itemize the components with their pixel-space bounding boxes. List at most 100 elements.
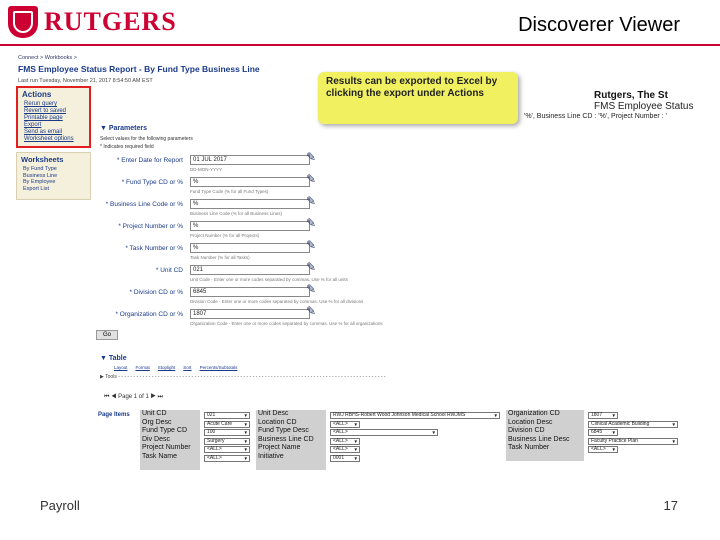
action-printable-page[interactable]: Printable page [18,115,89,122]
project-number-select[interactable]: <ALL> [204,446,250,453]
value-picker-icon[interactable]: ✎ [306,282,316,296]
page-items-label: Page Items [98,412,130,418]
collapse-icon: ▼ [100,355,109,362]
logo-text: RUTGERS [44,7,177,36]
tools-row[interactable]: ▶ Tools - - - - - - - - - - - - - - - - … [100,374,698,380]
page-item-label: Location CD [258,418,297,426]
page-item-label: Location Desc [508,418,553,426]
parameter-input[interactable]: % [190,221,310,231]
table-link-percents[interactable]: Percents/Subtotals [200,365,238,370]
parameter-summary: '%', Business Line CD : '%', Project Num… [524,113,667,120]
page-item-label: Project Number [142,444,191,451]
parameter-hint: Task Number (% for all Tasks) [190,255,250,260]
export-callout: Results can be exported to Excel by clic… [318,72,518,124]
action-revert-to-saved[interactable]: Revert to saved [18,108,89,115]
table-link-layout[interactable]: Layout [114,365,128,370]
parameter-input[interactable]: 021 [190,265,310,275]
business-line-cd-select[interactable]: <ALL> [330,438,360,445]
parameter-label: * Organization CD or % [115,311,183,318]
shield-icon [8,6,38,38]
project-name-select[interactable]: <ALL> [330,446,360,453]
parameter-label: * Enter Date for Report [116,157,183,164]
parameter-hint: Business Line Code (% for all Business L… [190,211,283,216]
parameter-label: * Project Number or % [118,223,183,230]
fund-type-cd-select[interactable]: 100 [204,429,250,436]
worksheets-heading: Worksheets [21,155,64,164]
parameter-hint: Fund Type Code (% for all Fund Types) [190,189,269,194]
rutgers-logo: RUTGERS [8,6,177,38]
parameter-hint: Unit Code - Enter one or more codes sepa… [190,277,348,282]
parameter-hint: DD-MON-YYYY [190,167,223,172]
last-run-text: Last run Tuesday, November 21, 2017 8:54… [18,78,153,84]
parameter-hint: Division Code - Enter one or more codes … [190,299,364,304]
task-name-select[interactable]: <ALL> [204,455,250,462]
parameter-label: * Fund Type CD or % [121,179,183,186]
business-line-desc-select[interactable]: Faculty Practice Plan [588,438,678,445]
value-picker-icon[interactable]: ✎ [306,260,316,274]
actions-panel: Actions Rerun query Revert to saved Prin… [16,86,91,148]
table-link-format[interactable]: Format [136,365,150,370]
value-picker-icon[interactable]: ✎ [306,304,316,318]
value-picker-icon[interactable]: ✎ [306,238,316,252]
footer-label: Payroll [40,498,80,513]
parameter-input[interactable]: % [190,243,310,253]
parameters-heading[interactable]: ▼ Parameters [100,125,147,132]
division-cd-select[interactable]: 6845 [588,429,618,436]
page-item-label: Project Name [258,444,301,451]
page-items-col1-labels: Unit CD Org Desc Fund Type CD Div Desc P… [140,410,200,470]
table-link-sort[interactable]: Sort [183,365,191,370]
page-item-label: Task Name [142,452,178,460]
action-worksheet-options[interactable]: Worksheet options [18,136,89,143]
parameter-input[interactable]: % [190,199,310,209]
action-rerun-query[interactable]: Rerun query [18,101,89,108]
page-items-col3-labels: Organization CD Location Desc Division C… [506,410,584,461]
action-send-as-email[interactable]: Send as email [18,129,89,136]
parameter-input[interactable]: 6845 [190,287,310,297]
task-number-select[interactable]: <ALL> [588,446,618,453]
page-item-label: Fund Type CD [142,427,188,434]
company-name: Rutgers, The St [594,90,668,101]
location-desc-select[interactable]: Clinical Academic Building [588,421,678,428]
parameter-label: * Task Number or % [125,245,183,252]
breadcrumb[interactable]: Connect > Workbooks > [18,55,77,61]
unit-cd-select[interactable]: 021 [204,412,250,419]
status-title: FMS Employee Status [594,101,694,112]
table-link-stoplight[interactable]: Stoplight [158,365,176,370]
fund-type-desc-select[interactable]: <ALL> [330,429,438,436]
parameter-label: * Business Line Code or % [105,201,183,208]
next-page-icon[interactable]: ▶ [149,394,155,400]
table-toolbar: Layout Format Stoplight Sort Percents/Su… [114,365,237,370]
location-cd-select[interactable]: <ALL> [330,421,360,428]
page-item-label: Div Desc [142,435,171,443]
page-item-label: Business Line Desc [508,435,570,443]
page-item-label: Unit Desc [258,410,289,417]
page-item-label: Business Line CD [258,435,314,443]
slide-title: Discoverer Viewer [518,14,680,36]
report-title: FMS Employee Status Report - By Fund Typ… [18,64,260,74]
worksheet-link[interactable]: Export List [17,186,90,193]
action-export[interactable]: Export [18,122,89,129]
header-divider [0,44,720,46]
parameter-input[interactable]: % [190,177,310,187]
last-page-icon[interactable]: ⏭ [156,394,163,400]
go-button[interactable]: Go [96,330,118,340]
value-picker-icon[interactable]: ✎ [306,150,316,164]
initiative-select[interactable]: 0001 [330,455,360,462]
page-item-label: Organization CD [508,410,560,417]
org-desc-select[interactable]: Acute Care [204,421,250,428]
page-items-col2-labels: Unit Desc Location CD Fund Type Desc Bus… [256,410,326,470]
organization-cd-select[interactable]: 1807 [588,412,618,419]
unit-desc-select[interactable]: RWJ RBHS-Robert Wood Johnson Medical Sch… [330,412,500,419]
value-picker-icon[interactable]: ✎ [306,216,316,230]
parameter-input[interactable]: 1807 [190,309,310,319]
parameter-input[interactable]: 01 JUL 2017 [190,155,310,165]
page-item-label: Fund Type Desc [258,427,309,434]
collapse-icon: ▼ [100,125,109,132]
value-picker-icon[interactable]: ✎ [306,172,316,186]
value-picker-icon[interactable]: ✎ [306,194,316,208]
parameter-label: * Unit CD [155,267,183,274]
actions-heading: Actions [22,90,52,99]
table-heading[interactable]: ▼ Table [100,355,127,362]
required-note: * Indicates required field [100,144,154,150]
div-desc-select[interactable]: Surgery [204,438,250,445]
